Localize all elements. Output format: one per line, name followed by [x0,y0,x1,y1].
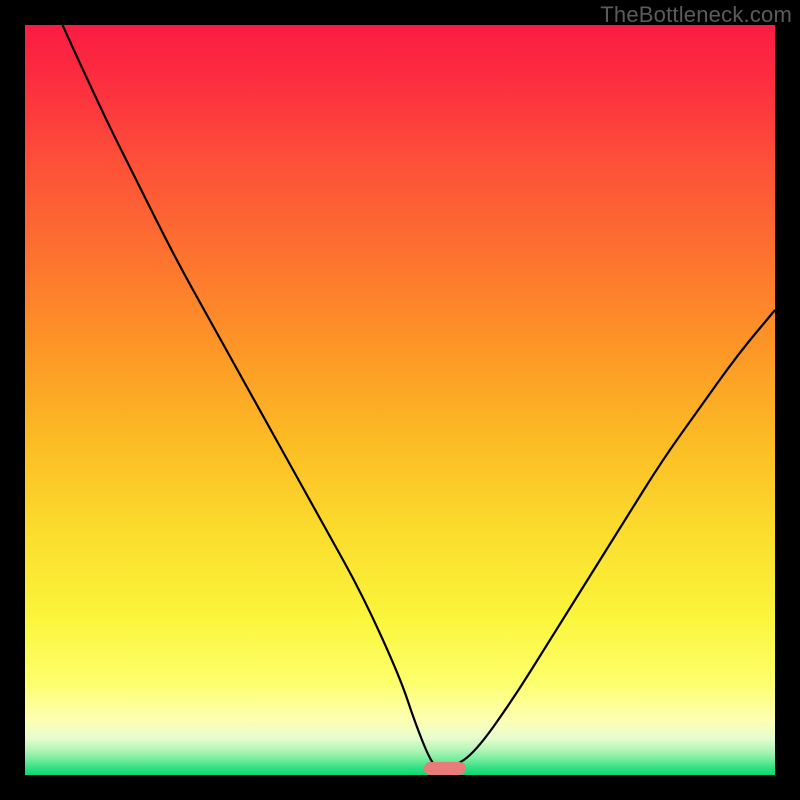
bottleneck-curve [25,25,775,775]
plot-area [25,25,775,775]
optimal-marker [424,762,465,775]
chart-container: TheBottleneck.com [0,0,800,800]
